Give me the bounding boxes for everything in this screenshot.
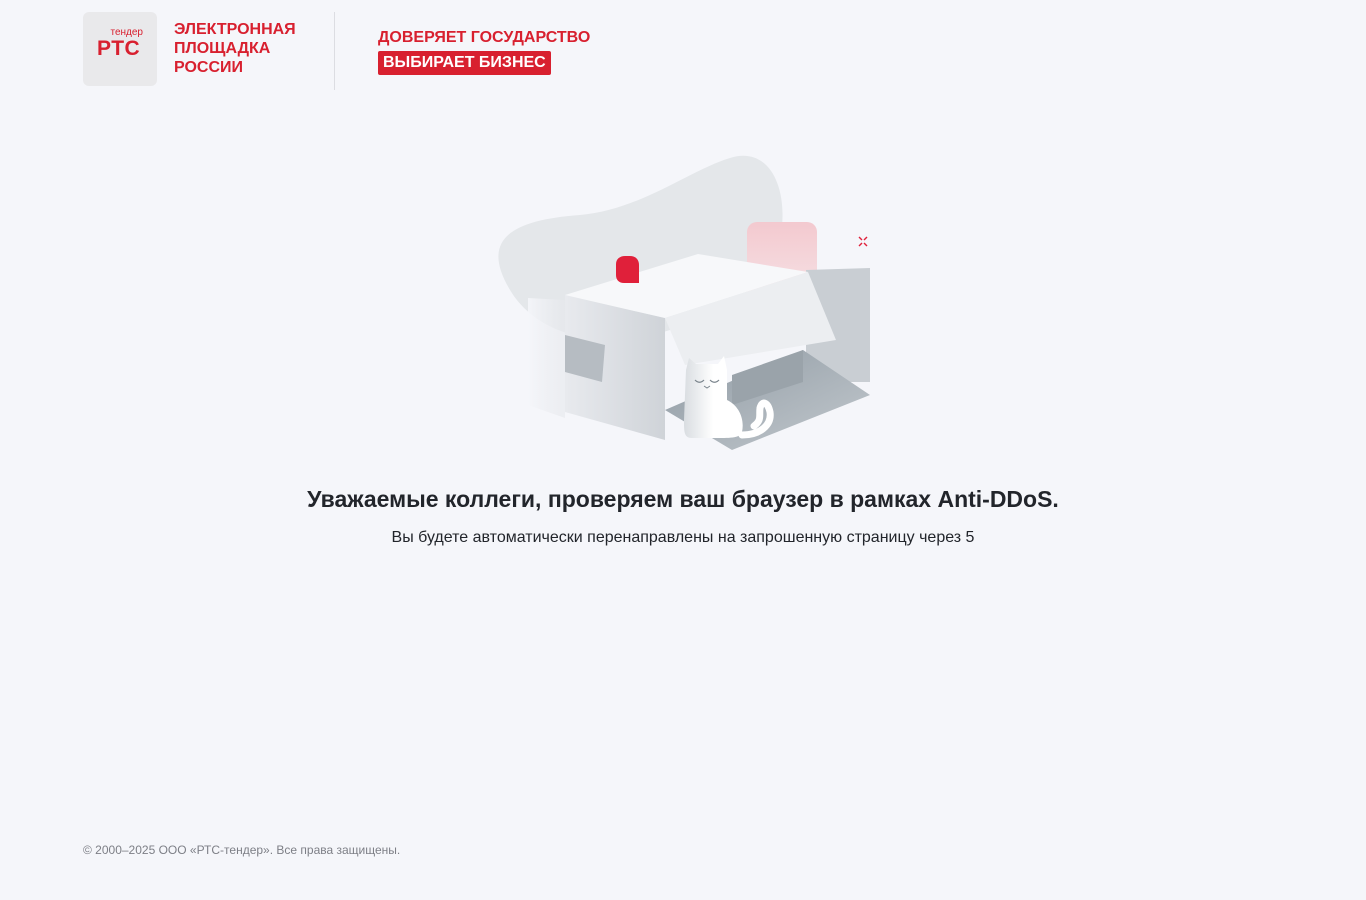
footer-copyright: © 2000–2025 ООО «РТС-тендер». Все права … [83, 843, 401, 857]
redirect-message: Вы будете автоматически перенаправлены н… [391, 529, 975, 546]
header: тендер РТС ЭЛЕКТРОННАЯ ПЛОЩАДКА РОССИИ Д… [83, 12, 590, 90]
cat-in-box-illustration [470, 150, 890, 460]
brand-text: ЭЛЕКТРОННАЯ ПЛОЩАДКА РОССИИ [174, 21, 296, 76]
rts-logo[interactable]: тендер РТС [83, 12, 157, 86]
slogan: ДОВЕРЯЕТ ГОСУДАРСТВО ВЫБИРАЕТ БИЗНЕС [378, 28, 590, 75]
red-bubble-icon [616, 256, 639, 283]
slogan-line2: ВЫБИРАЕТ БИЗНЕС [378, 51, 551, 75]
page-title: Уважаемые коллеги, проверяем ваш браузер… [307, 486, 1059, 512]
logo-big-text: РТС [97, 37, 141, 60]
box-left-fade [528, 298, 565, 418]
page: тендер РТС ЭЛЕКТРОННАЯ ПЛОЩАДКА РОССИИ Д… [0, 0, 1366, 900]
header-divider [334, 12, 335, 90]
sparkle-icon [858, 236, 868, 247]
slogan-line1: ДОВЕРЯЕТ ГОСУДАРСТВО [378, 29, 591, 46]
